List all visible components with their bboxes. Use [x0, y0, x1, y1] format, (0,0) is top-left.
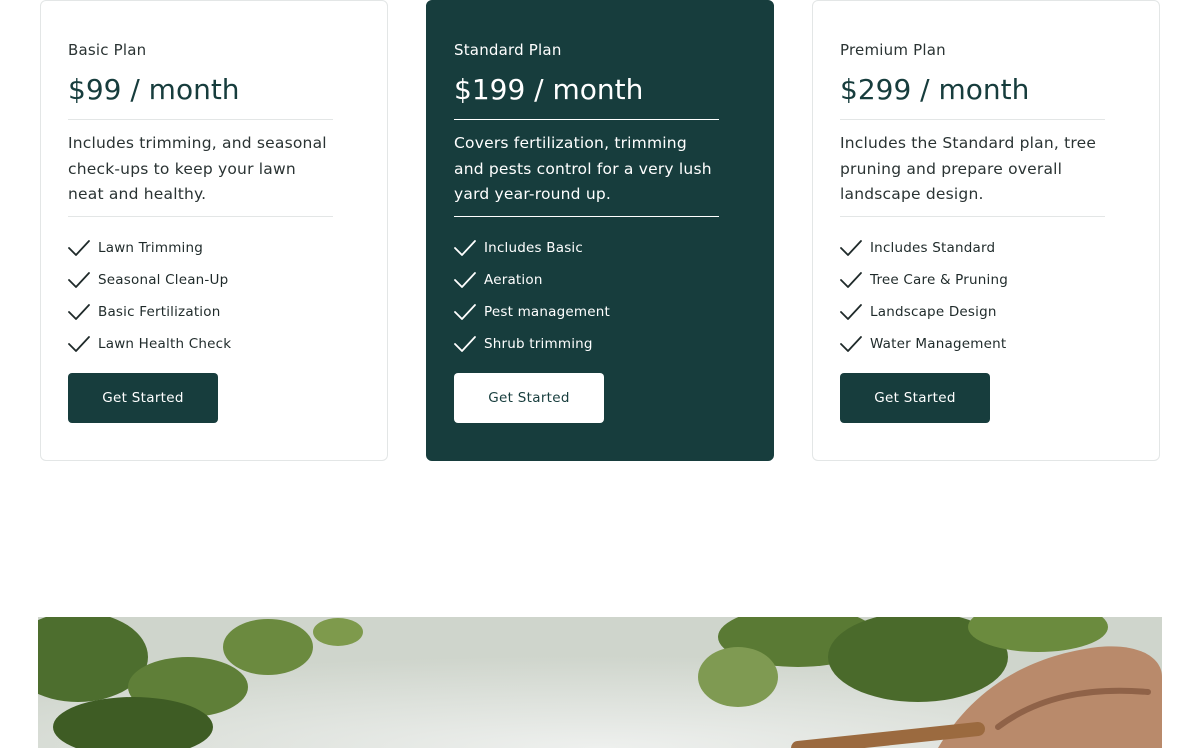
check-icon: [454, 301, 476, 323]
feature-item: Aeration: [454, 269, 543, 291]
hero-photo: [38, 617, 1162, 748]
check-icon: [68, 269, 90, 291]
feature-label: Includes Standard: [870, 240, 996, 256]
feature-label: Aeration: [484, 272, 543, 288]
pricing-card-basic: Basic Plan $99 / month Includes trimming…: [40, 0, 388, 461]
check-icon: [840, 269, 862, 291]
check-icon: [68, 301, 90, 323]
check-icon: [454, 269, 476, 291]
check-icon: [840, 237, 862, 259]
feature-item: Seasonal Clean-Up: [68, 269, 228, 291]
feature-label: Basic Fertilization: [98, 304, 221, 320]
check-icon: [454, 333, 476, 355]
feature-item: Includes Basic: [454, 237, 583, 259]
feature-item: Basic Fertilization: [68, 301, 220, 323]
get-started-button[interactable]: Get Started: [454, 373, 604, 423]
check-icon: [68, 237, 90, 259]
feature-item: Water Management: [840, 333, 1006, 355]
plan-name: Basic Plan: [68, 41, 147, 59]
pricing-card-standard: Standard Plan $199 / month Covers fertil…: [426, 0, 774, 461]
check-icon: [840, 333, 862, 355]
check-icon: [840, 301, 862, 323]
divider: [840, 119, 1105, 120]
feature-label: Tree Care & Pruning: [870, 272, 1009, 288]
feature-label: Landscape Design: [870, 304, 997, 320]
feature-item: Pest management: [454, 301, 610, 323]
hero-photo-art: [38, 617, 1162, 748]
feature-item: Landscape Design: [840, 301, 997, 323]
plan-price: $199 / month: [454, 73, 644, 106]
plan-name: Standard Plan: [454, 41, 562, 59]
feature-label: Seasonal Clean-Up: [98, 272, 229, 288]
feature-item: Includes Standard: [840, 237, 995, 259]
divider: [68, 119, 333, 120]
plan-price: $299 / month: [840, 73, 1030, 106]
feature-item: Lawn Trimming: [68, 237, 203, 259]
divider: [68, 216, 333, 217]
plan-description: Includes the Standard plan, tree pruning…: [840, 134, 1097, 203]
plan-price: $99 / month: [68, 73, 240, 106]
divider: [840, 216, 1105, 217]
check-icon: [68, 333, 90, 355]
get-started-button[interactable]: Get Started: [68, 373, 218, 423]
feature-label: Pest management: [484, 304, 611, 320]
get-started-button[interactable]: Get Started: [840, 373, 990, 423]
feature-label: Water Management: [870, 336, 1007, 352]
feature-label: Includes Basic: [484, 240, 584, 256]
divider: [454, 216, 719, 217]
feature-label: Lawn Health Check: [98, 336, 232, 352]
feature-label: Shrub trimming: [484, 336, 593, 352]
feature-item: Lawn Health Check: [68, 333, 231, 355]
divider: [454, 119, 719, 120]
pricing-card-premium: Premium Plan $299 / month Includes the S…: [812, 0, 1160, 461]
plan-description: Covers fertilization, trimming and pests…: [454, 134, 712, 203]
feature-item: Tree Care & Pruning: [840, 269, 1008, 291]
feature-item: Shrub trimming: [454, 333, 593, 355]
plan-description: Includes trimming, and seasonal check-up…: [68, 134, 327, 203]
feature-label: Lawn Trimming: [98, 240, 204, 256]
plan-name: Premium Plan: [840, 41, 946, 59]
check-icon: [454, 237, 476, 259]
